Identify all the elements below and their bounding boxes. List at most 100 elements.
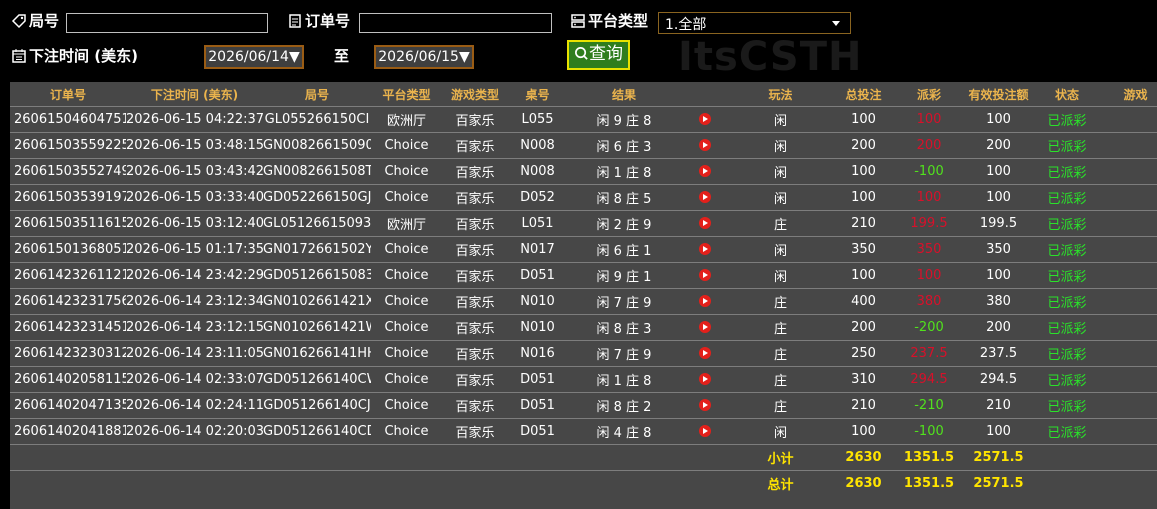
cell-table: N008 [508,158,567,185]
platform-label: 平台类型 [570,10,648,31]
header-payout: 派彩 [916,87,941,102]
play-icon[interactable] [698,425,711,437]
date-to-picker[interactable]: 2026/06/15▼ [374,45,474,69]
cell-result [567,470,681,496]
cell-total-bet: 2630 [833,444,894,471]
header-total-bet: 总投注 [845,87,882,102]
cell-replay[interactable] [681,184,728,211]
play-icon[interactable] [698,243,711,255]
cell-platform: 欧洲厅 [371,106,442,133]
table-header: 订单号 下注时间 (美东) 局号 平台类型 游戏类型 桌号 结果 玩法 总投注 … [10,82,1157,107]
cell-platform: Choice [371,184,442,211]
cell-time: 2026-06-14 23:42:29 [126,262,263,289]
play-icon[interactable] [698,347,711,359]
header-replay [681,82,728,107]
cell-option: 庄 [728,288,833,315]
cell-game-type: 百家乐 [442,210,508,237]
cell-platform: Choice [371,366,442,393]
cell-time: 2026-06-14 02:33:07 [126,366,263,393]
cell-table: D051 [508,366,567,393]
cell-order: 260614020471356 [10,392,126,419]
cell-total-bet: 210 [833,210,894,237]
round-input[interactable] [66,13,268,33]
play-icon[interactable] [698,113,711,125]
play-icon[interactable] [698,399,711,411]
cell-platform: Choice [371,262,442,289]
cell-payout: 350 [894,236,964,263]
cell-game [1101,106,1157,133]
to-label: 至 [334,47,350,65]
cell-replay[interactable] [681,210,728,237]
header-bet-time: 下注时间 (美东) [150,87,239,102]
cell-payout: 237.5 [894,340,964,367]
cell-round: GN0082661508T [263,158,371,185]
cell-platform: Choice [371,418,442,445]
cell-payout: 380 [894,288,964,315]
cell-valid-bet: 210 [964,392,1033,419]
play-icon[interactable] [698,373,711,385]
cell-status: 已派彩 [1033,392,1101,419]
cell-replay[interactable] [681,236,728,263]
cell-option: 总计 [728,470,833,496]
cell-round: GD052266150GJ [263,184,371,211]
cell-payout: 1351.5 [894,470,964,496]
cell-option: 闲 [728,132,833,159]
cell-payout: 100 [894,184,964,211]
play-icon[interactable] [698,191,711,203]
play-icon[interactable] [698,295,711,307]
header-round-number: 局号 [304,87,329,102]
date-from-picker[interactable]: 2026/06/14▼ [204,45,304,69]
cell-status: 已派彩 [1033,132,1101,159]
cell-result: 闲 7 庄 9 [567,340,681,367]
cell-order: 260614232611211 [10,262,126,289]
cell-time: 2026-06-15 03:48:15 [126,132,263,159]
header-game-type: 游戏类型 [450,87,499,102]
cell-table: N017 [508,236,567,263]
cell-status: 已派彩 [1033,340,1101,367]
order-label: 订单号 [287,10,350,31]
cell-total-bet: 250 [833,340,894,367]
cell-option: 闲 [728,106,833,133]
play-icon[interactable] [698,217,711,229]
cell-table: L055 [508,106,567,133]
cell-replay[interactable] [681,106,728,133]
cell-game [1101,444,1157,471]
cell-platform: Choice [371,288,442,315]
cell-payout: 100 [894,262,964,289]
cell-option: 闲 [728,262,833,289]
play-icon[interactable] [698,139,711,151]
play-icon[interactable] [698,269,711,281]
calendar-icon [12,49,26,63]
cell-replay[interactable] [681,288,728,315]
order-input[interactable] [359,13,552,33]
cell-replay[interactable] [681,418,728,445]
cell-status [1033,444,1101,471]
platform-select[interactable]: 1.全部 [658,12,851,34]
table-row: 260614020471356 2026-06-14 02:24:11 GD0512… [10,392,1157,419]
cell-round: GN0102661421X [263,288,371,315]
cell-time: 2026-06-15 03:12:40 [126,210,263,237]
cell-table: D051 [508,418,567,445]
cell-table: L051 [508,210,567,237]
cell-valid-bet: 100 [964,184,1033,211]
cell-replay[interactable] [681,158,728,185]
cell-result: 闲 9 庄 1 [567,262,681,289]
cell-replay[interactable] [681,314,728,341]
play-icon[interactable] [698,321,711,333]
cell-valid-bet: 200 [964,314,1033,341]
watermark: ItsCSTH [678,34,863,80]
cell-payout: -200 [894,314,964,341]
cell-replay[interactable] [681,132,728,159]
table-row: 260615035592255 2026-06-15 03:48:15 GN0082… [10,132,1157,159]
cell-option: 闲 [728,418,833,445]
cell-game [1101,236,1157,263]
play-icon[interactable] [698,165,711,177]
cell-replay[interactable] [681,340,728,367]
table-body: 260615046047519 2026-06-15 04:22:37 GL0552… [10,106,1157,496]
cell-replay[interactable] [681,366,728,393]
cell-replay[interactable] [681,262,728,289]
cell-game-type: 百家乐 [442,366,508,393]
cell-round [263,470,371,496]
cell-replay[interactable] [681,392,728,419]
query-button[interactable]: 查询 [567,40,630,70]
